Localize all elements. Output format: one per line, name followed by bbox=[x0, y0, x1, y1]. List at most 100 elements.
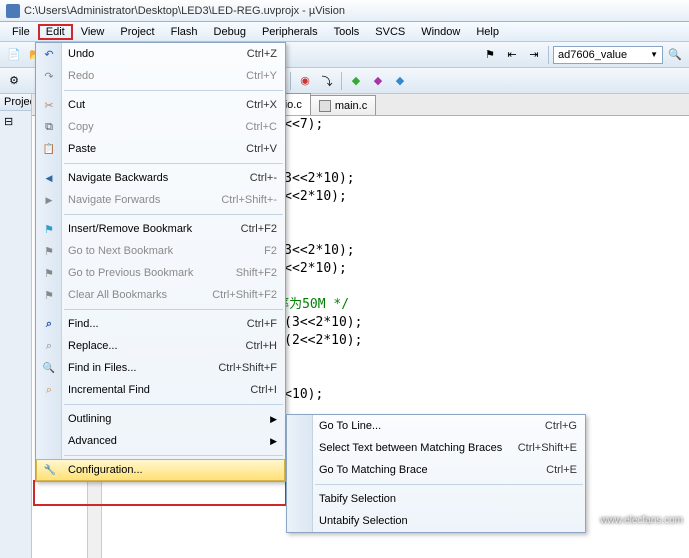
menu-flash[interactable]: Flash bbox=[163, 24, 206, 40]
menu-file[interactable]: File bbox=[4, 24, 38, 40]
menu-item-outlining[interactable]: Outlining▶ bbox=[36, 408, 285, 430]
bookmark-toolbar-icon[interactable]: ⚑ bbox=[480, 45, 500, 65]
menu-item-shortcut: Ctrl+Shift+F bbox=[218, 362, 277, 374]
replace-icon bbox=[41, 338, 57, 354]
indent-out-icon[interactable]: ⇤ bbox=[502, 45, 522, 65]
menu-item-shortcut: Ctrl+Y bbox=[246, 70, 277, 82]
window-title: C:\Users\Administrator\Desktop\LED3\LED-… bbox=[24, 5, 345, 17]
bookmark-icon bbox=[41, 221, 57, 237]
menubar: FileEditViewProjectFlashDebugPeripherals… bbox=[0, 22, 689, 42]
project-panel-title: Projec bbox=[0, 94, 31, 111]
menu-help[interactable]: Help bbox=[468, 24, 507, 40]
menu-item-find[interactable]: Find... Ctrl+F bbox=[36, 313, 285, 335]
tool2-icon[interactable]: ◆ bbox=[368, 71, 388, 91]
bookmark-g-icon bbox=[41, 243, 57, 259]
menu-edit[interactable]: Edit bbox=[38, 24, 73, 40]
submenu-item-shortcut: Ctrl+E bbox=[546, 464, 577, 476]
copy-icon bbox=[41, 119, 57, 135]
menu-tools[interactable]: Tools bbox=[326, 24, 368, 40]
menu-item-label: Paste bbox=[68, 143, 96, 155]
tool1-icon[interactable]: ◆ bbox=[346, 71, 366, 91]
menu-item-navigate-backwards[interactable]: Navigate Backwards Ctrl+- bbox=[36, 167, 285, 189]
tab-label: main.c bbox=[335, 100, 367, 112]
menu-view[interactable]: View bbox=[73, 24, 113, 40]
menu-item-shortcut: Ctrl+F2 bbox=[241, 223, 277, 235]
navfwd-icon bbox=[41, 192, 57, 208]
menu-item-find-in-files[interactable]: Find in Files... Ctrl+Shift+F bbox=[36, 357, 285, 379]
editor-tab-main-c[interactable]: main.c bbox=[310, 95, 376, 115]
menu-item-label: Find... bbox=[68, 318, 99, 330]
indent-in-icon[interactable]: ⇥ bbox=[524, 45, 544, 65]
menu-window[interactable]: Window bbox=[413, 24, 468, 40]
submenu-item-go-to-matching-brace[interactable]: Go To Matching Brace Ctrl+E bbox=[287, 459, 585, 481]
menu-item-label: Clear All Bookmarks bbox=[68, 289, 167, 301]
menu-svcs[interactable]: SVCS bbox=[367, 24, 413, 40]
menu-item-shortcut: Ctrl+H bbox=[246, 340, 277, 352]
submenu-item-label: Tabify Selection bbox=[319, 493, 396, 505]
menu-item-label: Cut bbox=[68, 99, 85, 111]
chevron-down-icon: ▼ bbox=[650, 50, 658, 59]
find-icon bbox=[41, 316, 57, 332]
menu-item-shortcut: Ctrl+- bbox=[250, 172, 277, 184]
menu-item-incremental-find[interactable]: Incremental FindCtrl+I bbox=[36, 379, 285, 401]
menu-item-cut[interactable]: CutCtrl+X bbox=[36, 94, 285, 116]
tree-root-item[interactable]: ⊟ bbox=[4, 115, 27, 128]
step-button[interactable]: ⤵ bbox=[317, 71, 337, 91]
menu-item-go-to-next-bookmark: Go to Next Bookmark F2 bbox=[36, 240, 285, 262]
submenu-item-go-to-line[interactable]: Go To Line... Ctrl+G bbox=[287, 415, 585, 437]
submenu-item-label: Select Text between Matching Braces bbox=[319, 442, 502, 454]
menu-item-label: Redo bbox=[68, 70, 94, 82]
find-toolbar-icon[interactable]: 🔍 bbox=[665, 45, 685, 65]
navback-icon bbox=[41, 170, 57, 186]
submenu-item-label: Go To Line... bbox=[319, 420, 381, 432]
titlebar: C:\Users\Administrator\Desktop\LED3\LED-… bbox=[0, 0, 689, 22]
menu-item-label: Copy bbox=[68, 121, 94, 133]
redo-icon bbox=[41, 68, 57, 84]
menu-item-label: Navigate Forwards bbox=[68, 194, 160, 206]
menu-item-undo[interactable]: UndoCtrl+Z bbox=[36, 43, 285, 65]
menu-item-label: Go to Next Bookmark bbox=[68, 245, 173, 257]
submenu-item-tabify-selection[interactable]: Tabify Selection bbox=[287, 488, 585, 510]
advanced-submenu: Go To Line... Ctrl+G Select Text between M… bbox=[286, 414, 586, 533]
new-file-button[interactable]: 📄 bbox=[4, 45, 24, 65]
menu-item-shortcut: Ctrl+V bbox=[246, 143, 277, 155]
paste-icon bbox=[41, 141, 57, 157]
menu-item-go-to-previous-bookmark: Go to Previous Bookmark Shift+F2 bbox=[36, 262, 285, 284]
file-c-icon bbox=[319, 100, 331, 112]
build-button[interactable]: ⚙ bbox=[4, 71, 24, 91]
submenu-item-select-text-between-matching-braces[interactable]: Select Text between Matching BracesCtrl+… bbox=[287, 437, 585, 459]
menu-item-label: Advanced bbox=[68, 435, 117, 447]
menu-item-label: Go to Previous Bookmark bbox=[68, 267, 193, 279]
bookmark-g-icon bbox=[41, 287, 57, 303]
menu-item-shortcut: F2 bbox=[264, 245, 277, 257]
menu-item-label: Navigate Backwards bbox=[68, 172, 168, 184]
menu-item-advanced[interactable]: Advanced▶ bbox=[36, 430, 285, 452]
bookmark-g-icon bbox=[41, 265, 57, 281]
edit-menu-dropdown: UndoCtrl+Z Redo Ctrl+Y CutCtrl+X Copy Ctrl+C P… bbox=[35, 42, 286, 482]
submenu-item-shortcut: Ctrl+G bbox=[545, 420, 577, 432]
tool3-icon[interactable]: ◆ bbox=[390, 71, 410, 91]
menu-item-label: Find in Files... bbox=[68, 362, 136, 374]
menu-item-shortcut: Shift+F2 bbox=[236, 267, 277, 279]
menu-item-shortcut: Ctrl+F bbox=[247, 318, 277, 330]
symbol-combo[interactable]: ad7606_value ▼ bbox=[553, 46, 663, 64]
menu-item-paste[interactable]: Paste Ctrl+V bbox=[36, 138, 285, 160]
menu-peripherals[interactable]: Peripherals bbox=[254, 24, 326, 40]
menu-item-replace[interactable]: Replace...Ctrl+H bbox=[36, 335, 285, 357]
debug-button[interactable]: ◉ bbox=[295, 71, 315, 91]
config-icon bbox=[42, 462, 58, 478]
menu-item-label: Configuration... bbox=[68, 464, 143, 476]
project-tree[interactable]: ⊟ bbox=[0, 111, 31, 132]
submenu-item-untabify-selection[interactable]: Untabify Selection bbox=[287, 510, 585, 532]
undo-icon bbox=[41, 46, 57, 62]
menu-item-shortcut: Ctrl+Shift+F2 bbox=[212, 289, 277, 301]
menu-item-shortcut: Ctrl+Shift+- bbox=[221, 194, 277, 206]
menu-item-label: Undo bbox=[68, 48, 94, 60]
submenu-item-label: Go To Matching Brace bbox=[319, 464, 428, 476]
menu-project[interactable]: Project bbox=[112, 24, 162, 40]
menu-item-shortcut: Ctrl+C bbox=[246, 121, 277, 133]
menu-item-configuration[interactable]: Configuration... bbox=[36, 459, 285, 481]
menu-item-clear-all-bookmarks: Clear All Bookmarks Ctrl+Shift+F2 bbox=[36, 284, 285, 306]
menu-debug[interactable]: Debug bbox=[206, 24, 254, 40]
menu-item-insert-remove-bookmark[interactable]: Insert/Remove BookmarkCtrl+F2 bbox=[36, 218, 285, 240]
